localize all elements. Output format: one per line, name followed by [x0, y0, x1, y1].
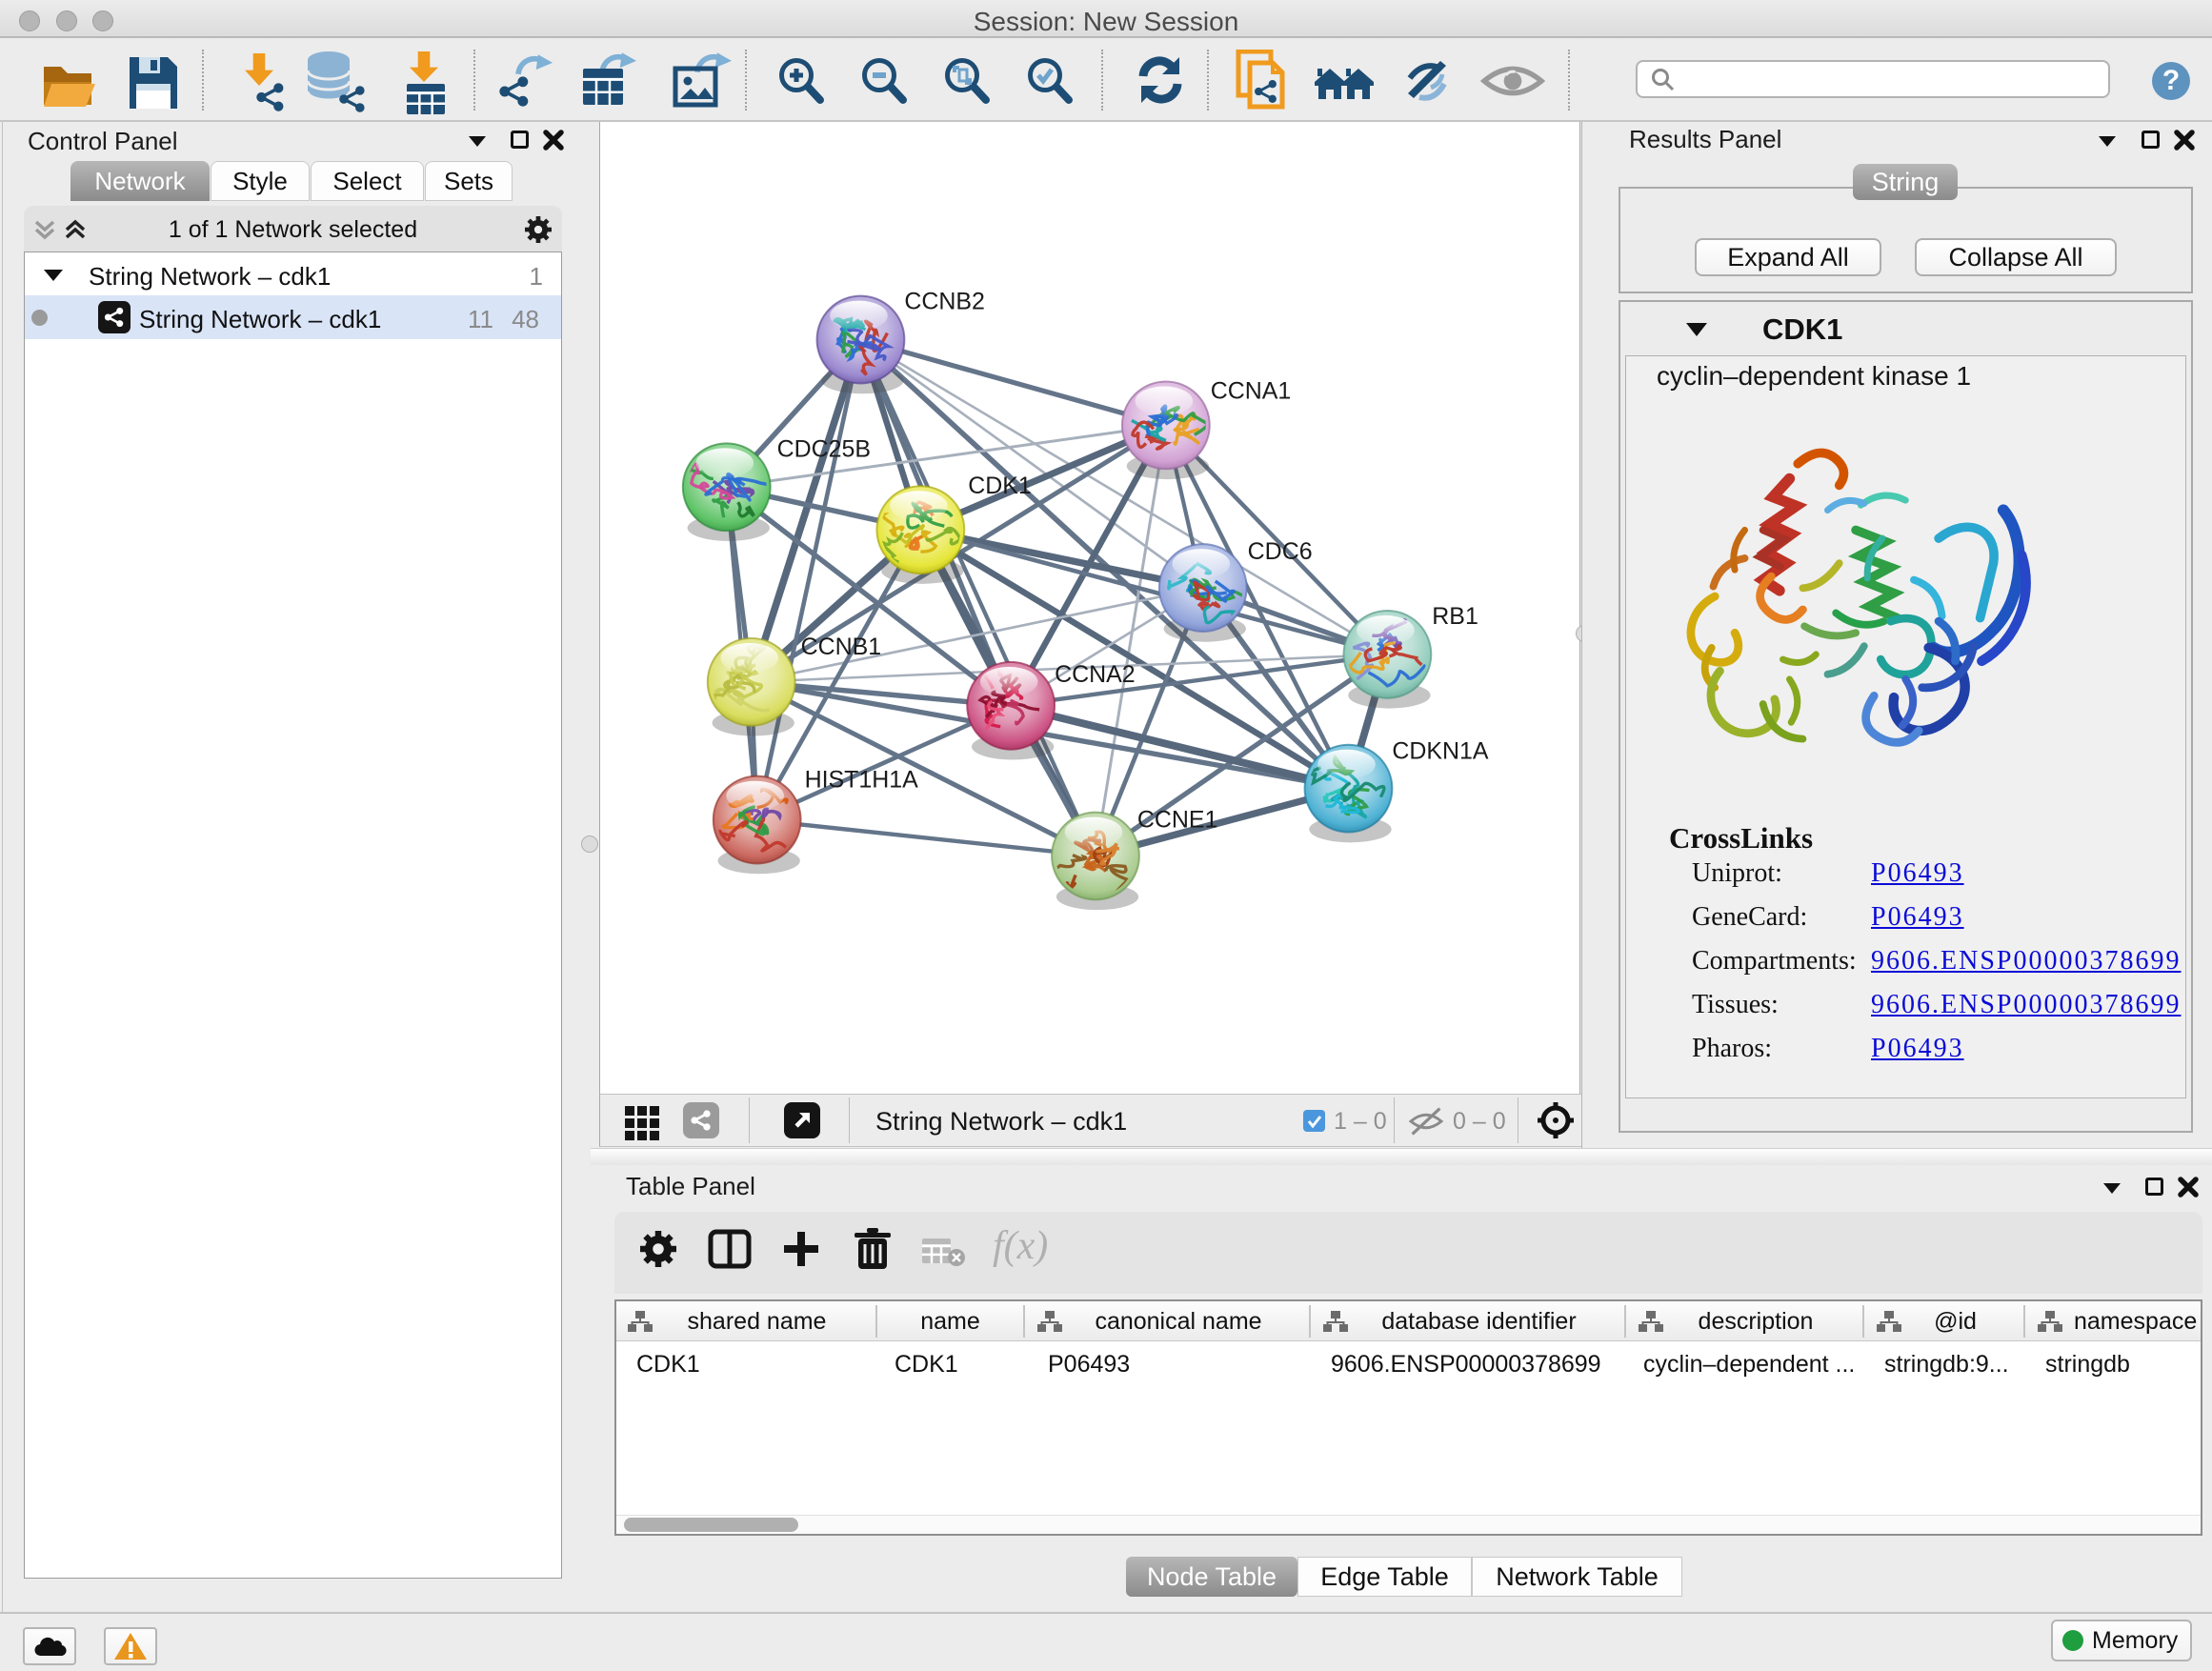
- svg-text:CDKN1A: CDKN1A: [1392, 738, 1489, 765]
- svg-text:canonical name: canonical name: [1095, 1308, 1261, 1335]
- svg-text:HIST1H1A: HIST1H1A: [805, 767, 919, 794]
- svg-text:CDC6: CDC6: [1248, 538, 1313, 565]
- svg-text:RB1: RB1: [1432, 603, 1478, 630]
- svg-text:description: description: [1699, 1308, 1814, 1335]
- svg-text:database identifier: database identifier: [1381, 1308, 1576, 1335]
- svg-text:namespace: namespace: [2074, 1308, 2197, 1335]
- svg-text:CCNB2: CCNB2: [904, 289, 985, 315]
- svg-text:CDK1: CDK1: [968, 473, 1032, 499]
- svg-text:shared name: shared name: [688, 1308, 827, 1335]
- svg-text:CCNE1: CCNE1: [1137, 807, 1218, 834]
- svg-text:CCNA2: CCNA2: [1055, 661, 1136, 688]
- svg-text:name: name: [920, 1308, 980, 1335]
- svg-text:@id: @id: [1934, 1308, 1977, 1335]
- svg-text:CCNB1: CCNB1: [801, 634, 882, 660]
- svg-text:CDC25B: CDC25B: [777, 435, 871, 462]
- svg-text:CCNA1: CCNA1: [1211, 377, 1292, 404]
